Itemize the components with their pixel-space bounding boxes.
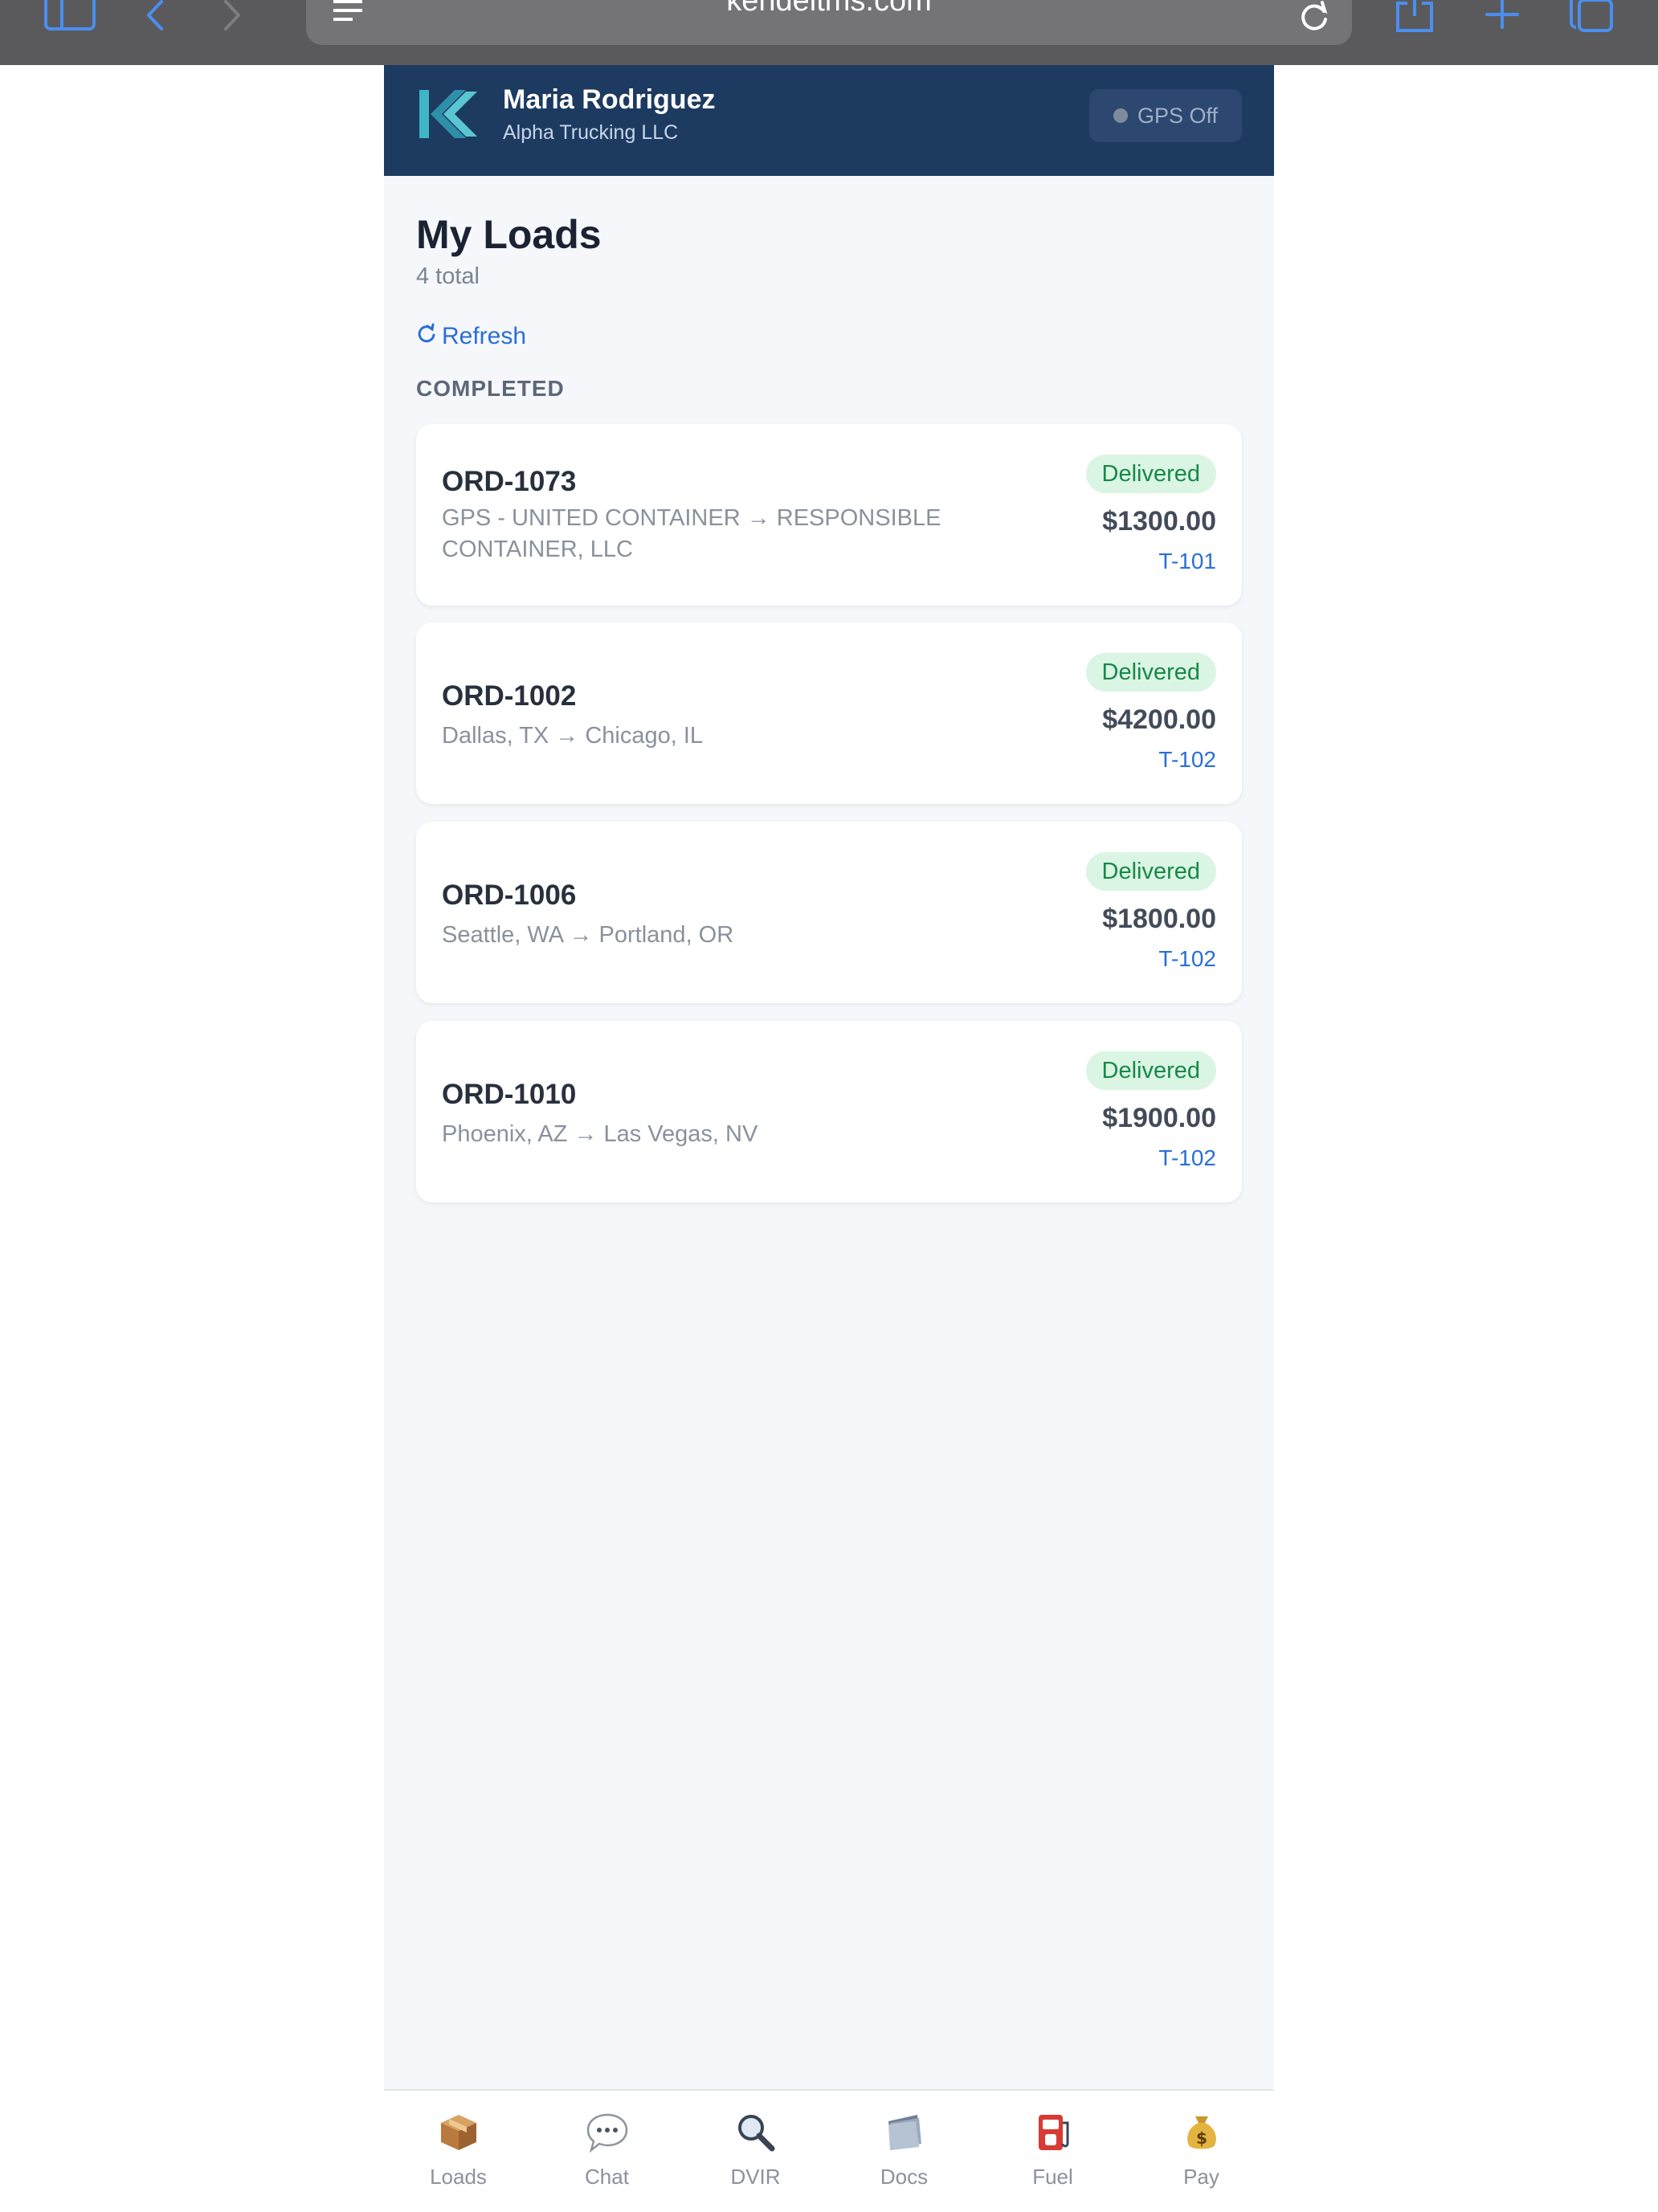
app-header: Maria Rodriguez Alpha Trucking LLC GPS O… [384,65,1274,176]
truck-id-link[interactable]: T-102 [1158,946,1216,972]
refresh-button[interactable]: Refresh [416,323,526,350]
svg-text:$: $ [1196,2128,1207,2148]
url-text: kendeltms.com [726,0,932,18]
tabs-icon[interactable] [1568,0,1615,32]
truck-id-link[interactable]: T-102 [1158,747,1216,773]
load-route: GPS - UNITED CONTAINER → RESPONSIBLE CON… [442,505,941,562]
tab-label: Fuel [1032,2165,1073,2189]
load-route: Phoenix, AZ → Las Vegas, NV [442,1121,758,1147]
company-name: Alpha Trucking LLC [503,121,679,144]
gps-status-dot-icon [1113,108,1128,123]
tab-pay[interactable]: $ Pay [1127,2091,1276,2212]
load-amount: $1300.00 [1102,506,1216,537]
truck-id-link[interactable]: T-102 [1158,1145,1216,1171]
browser-toolbar: kendeltms.com [0,0,1658,65]
chat-bubble-icon [586,2112,628,2153]
tab-label: Chat [585,2165,629,2189]
package-icon [438,2112,480,2153]
tab-dvir[interactable]: DVIR [681,2091,830,2212]
gps-status-label: GPS Off [1137,103,1219,128]
order-id: ORD-1006 [442,879,577,911]
page-title: My Loads [416,212,602,257]
load-amount: $1900.00 [1102,1103,1216,1133]
order-id: ORD-1002 [442,680,577,712]
share-icon[interactable] [1395,0,1435,32]
tab-label: Pay [1183,2165,1219,2189]
load-card[interactable]: ORD-1073 GPS - UNITED CONTAINER → RESPON… [416,424,1242,606]
gps-status-button[interactable]: GPS Off [1089,89,1242,142]
fuel-pump-icon [1032,2112,1074,2153]
refresh-label: Refresh [442,323,527,349]
new-tab-icon[interactable] [1483,0,1521,32]
back-icon[interactable] [138,0,170,32]
truck-id-link[interactable]: T-101 [1158,549,1216,574]
forward-icon[interactable] [217,0,249,32]
refresh-icon [416,323,437,350]
load-route: Seattle, WA → Portland, OR [442,922,734,948]
load-card[interactable]: ORD-1010 Phoenix, AZ → Las Vegas, NV Del… [416,1021,1242,1202]
tab-label: Loads [430,2165,487,2189]
tab-label: Docs [880,2165,929,2189]
loads-total-count: 4 total [416,263,480,289]
tab-label: DVIR [730,2165,781,2189]
load-route: Dallas, TX → Chicago, IL [442,723,704,749]
order-id: ORD-1073 [442,466,577,497]
status-badge: Delivered [1085,455,1216,493]
magnifier-icon [735,2112,777,2153]
tab-chat[interactable]: Chat [533,2091,681,2212]
load-card[interactable]: ORD-1006 Seattle, WA → Portland, OR Deli… [416,822,1242,1003]
status-badge: Delivered [1085,653,1216,692]
driver-app: Maria Rodriguez Alpha Trucking LLC GPS O… [384,65,1274,2210]
tab-loads[interactable]: Loads [384,2091,533,2212]
driver-name: Maria Rodriguez [503,84,716,115]
tab-fuel[interactable]: Fuel [978,2091,1127,2212]
section-heading-completed: COMPLETED [416,376,565,401]
sidebar-icon[interactable] [43,0,96,32]
load-amount: $4200.00 [1102,704,1216,735]
reload-icon[interactable] [1297,0,1332,32]
folder-icon [884,2112,925,2153]
kendel-logo-icon [416,88,480,140]
status-badge: Delivered [1085,1051,1216,1090]
tab-docs[interactable]: Docs [830,2091,978,2212]
bottom-tab-bar: Loads Chat DVIR Docs Fuel $ Pay [384,2089,1274,2210]
address-bar[interactable]: kendeltms.com [306,0,1352,45]
order-id: ORD-1010 [442,1079,577,1110]
money-bag-icon: $ [1181,2112,1223,2153]
status-badge: Delivered [1085,852,1216,891]
load-amount: $1800.00 [1102,904,1216,934]
load-card[interactable]: ORD-1002 Dallas, TX → Chicago, IL Delive… [416,622,1242,804]
